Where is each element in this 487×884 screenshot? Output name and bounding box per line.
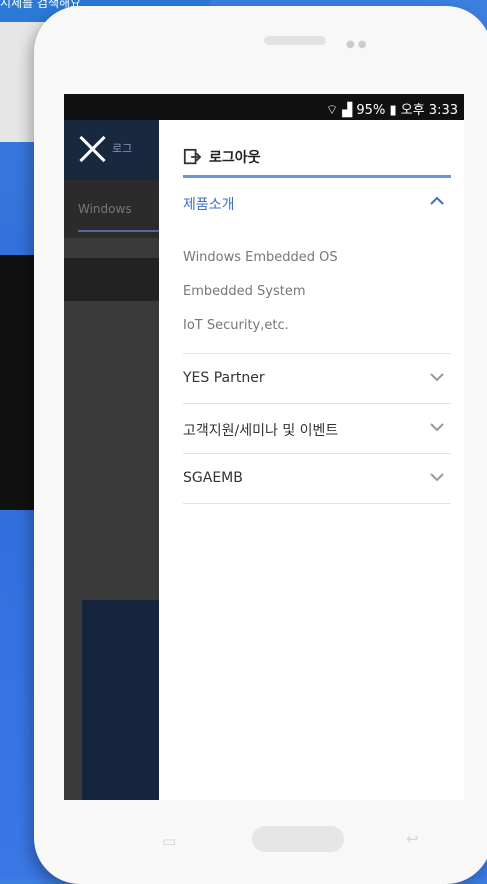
chevron-down-icon	[430, 473, 444, 482]
header-text: 로그	[112, 142, 133, 155]
recent-apps-button[interactable]: ▭	[162, 832, 176, 850]
chevron-down-icon	[430, 423, 444, 432]
speaker	[264, 36, 326, 45]
status-bar: ⌔ ▟ 95% ▮ 오후 3:33	[64, 94, 464, 120]
divider	[183, 453, 451, 454]
menu-item-label: SGAEMB	[183, 470, 243, 486]
app-grey-band	[64, 258, 159, 301]
submenu-item-iot-security[interactable]: IoT Security,etc.	[183, 318, 289, 333]
logout-button[interactable]: 로그아웃	[183, 144, 261, 170]
accent-divider	[183, 175, 451, 178]
battery-icon: ▮	[389, 103, 397, 118]
menu-item-label: 제품소개	[183, 197, 235, 213]
menu-item-label: YES Partner	[183, 370, 265, 386]
phone-screen: ⌔ ▟ 95% ▮ 오후 3:33 로그 Windows 로그아웃 제품소개 W…	[64, 94, 464, 800]
logout-icon	[183, 148, 201, 165]
menu-item-yes-partner[interactable]: YES Partner	[183, 358, 451, 402]
home-button[interactable]	[252, 826, 344, 852]
menu-item-products[interactable]: 제품소개	[183, 182, 451, 226]
logout-label: 로그아웃	[209, 150, 261, 166]
camera-dots: ● ●	[346, 39, 367, 50]
chevron-up-icon	[430, 196, 444, 205]
close-icon[interactable]	[78, 134, 108, 164]
divider	[183, 403, 451, 404]
wifi-icon: ⌔	[325, 103, 339, 118]
app-tab-label: Windows	[78, 202, 132, 216]
app-header: 로그	[64, 120, 159, 180]
app-behind-drawer: 로그 Windows	[64, 120, 159, 800]
menu-item-support[interactable]: 고객지원/세미나 및 이벤트	[183, 408, 451, 452]
divider	[183, 353, 451, 354]
status-icons: ⌔ ▟ 95% ▮ 오후 3:33	[326, 99, 458, 118]
divider	[183, 503, 451, 504]
battery-percent: 95%	[356, 103, 386, 118]
back-button[interactable]: ↩	[406, 830, 419, 848]
tab-indicator	[78, 230, 159, 232]
chevron-down-icon	[430, 373, 444, 382]
menu-item-sgaemb[interactable]: SGAEMB	[183, 458, 451, 502]
app-tab-area: Windows	[64, 180, 159, 238]
status-time: 오후 3:33	[400, 103, 458, 118]
submenu-item-windows-embedded[interactable]: Windows Embedded OS	[183, 250, 338, 265]
signal-icon: ▟	[342, 103, 353, 118]
menu-item-label: 고객지원/세미나 및 이벤트	[183, 423, 339, 439]
navigation-drawer: 로그아웃 제품소개 Windows Embedded OS Embedded S…	[159, 120, 464, 800]
app-navy-block	[82, 600, 159, 800]
submenu-item-embedded-system[interactable]: Embedded System	[183, 284, 306, 299]
